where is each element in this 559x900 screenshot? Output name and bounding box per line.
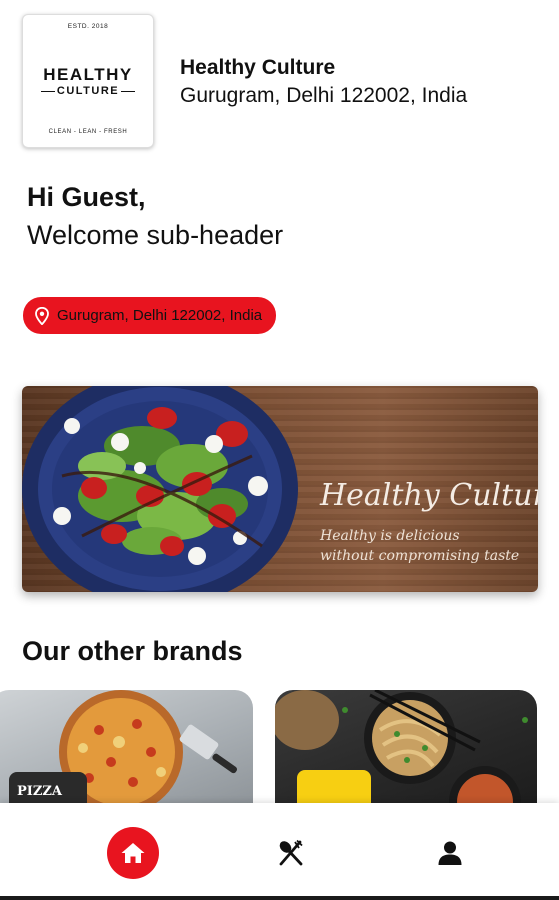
other-brands-heading: Our other brands [22, 636, 243, 666]
greeting-title: Hi Guest, [27, 182, 146, 212]
brand-card-noodles[interactable] [275, 690, 537, 810]
logo-word-culture: CULTURE [23, 85, 153, 97]
bottom-navigation [0, 803, 559, 900]
brand-logo: ESTD. 2018 HEALTHY CULTURE CLEAN - LEAN … [22, 14, 154, 148]
greeting-subtitle: Welcome sub-header [27, 220, 284, 250]
location-label: Gurugram, Delhi 122002, India [57, 307, 263, 324]
profile-icon [438, 841, 462, 865]
logo-estd: ESTD. 2018 [67, 23, 109, 30]
restaurant-address: Gurugram, Delhi 122002, India [180, 84, 468, 107]
nav-menu-button[interactable] [265, 827, 317, 879]
nav-profile-button[interactable] [424, 827, 476, 879]
brand-card-pizza[interactable]: PIZZA [0, 690, 253, 810]
location-chip[interactable]: Gurugram, Delhi 122002, India [23, 297, 277, 334]
nav-home-button[interactable] [107, 827, 159, 879]
logo-word-healthy: HEALTHY [43, 65, 133, 84]
banner-title: Healthy Culture [320, 478, 538, 513]
home-icon [121, 843, 145, 863]
banner-subtitle-line2: without compromising taste [320, 548, 520, 564]
restaurant-name: Healthy Culture [180, 56, 336, 79]
salad-plate-image [22, 386, 298, 592]
logo-tagline: CLEAN - LEAN - FRESH [48, 129, 128, 135]
promo-banner[interactable]: Healthy Culture Healthy is delicious wit… [22, 386, 538, 592]
location-pin-icon [35, 306, 49, 325]
banner-subtitle-line1: Healthy is delicious [320, 528, 460, 544]
fork-spoon-icon [279, 839, 303, 866]
system-bottom-bar [0, 896, 559, 900]
restaurant-header: ESTD. 2018 HEALTHY CULTURE CLEAN - LEAN … [22, 14, 537, 148]
